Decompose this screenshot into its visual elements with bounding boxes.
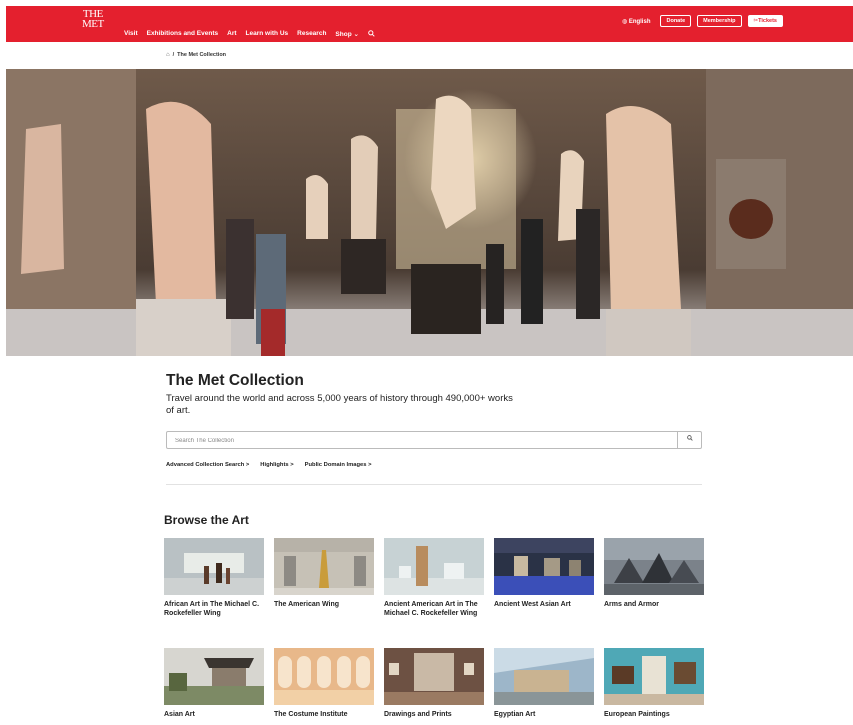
tickets-label: Tickets	[758, 18, 777, 24]
department-thumbnail	[384, 648, 484, 705]
page-title: The Met Collection	[166, 372, 304, 389]
nav-research[interactable]: Research	[297, 30, 326, 39]
advanced-search-link[interactable]: Advanced Collection Search >	[166, 462, 249, 468]
search-input[interactable]	[175, 435, 675, 446]
met-logo[interactable]: THE MET	[82, 9, 104, 30]
nav-art[interactable]: Art	[227, 30, 236, 39]
department-card-african-art[interactable]: African Art in The Michael C. Rockefelle…	[164, 538, 264, 618]
divider	[166, 484, 702, 485]
breadcrumb-current: The Met Collection	[177, 52, 227, 58]
department-label: Drawings and Prints	[384, 711, 452, 718]
public-domain-images-link[interactable]: Public Domain Images >	[305, 462, 372, 468]
page-description: Travel around the world and across 5,000…	[166, 393, 513, 416]
department-label: The Costume Institute	[274, 711, 348, 718]
search-icon	[686, 435, 693, 441]
highlights-link[interactable]: Highlights >	[260, 462, 293, 468]
department-card-ancient-west-asian-art[interactable]: Ancient West Asian Art	[494, 538, 594, 609]
department-label: Ancient American Art in The Michael C. R…	[384, 601, 478, 617]
department-label: Egyptian Art	[494, 711, 536, 718]
department-thumbnail	[384, 538, 484, 595]
search-button[interactable]	[677, 432, 701, 448]
department-card-egyptian-art[interactable]: Egyptian Art	[494, 648, 594, 719]
language-selector[interactable]: ◍ English	[622, 18, 651, 25]
department-card-asian-art[interactable]: Asian Art	[164, 648, 264, 719]
department-label: Ancient West Asian Art	[494, 601, 571, 608]
browse-heading: Browse the Art	[164, 513, 249, 527]
department-label: Asian Art	[164, 711, 195, 718]
nav-learn-with-us[interactable]: Learn with Us	[246, 30, 289, 39]
nav-visit[interactable]: Visit	[124, 30, 138, 39]
donate-button[interactable]: Donate	[660, 15, 692, 27]
collection-search	[166, 431, 702, 449]
search-icon[interactable]	[368, 30, 375, 39]
site-header: THE MET Visit Exhibitions and Events Art…	[6, 6, 853, 42]
nav-exhibitions-and-events[interactable]: Exhibitions and Events	[147, 30, 219, 39]
utility-nav: ◍ English Donate Membership ✂Tickets	[622, 15, 783, 27]
department-card-ancient-american-art[interactable]: Ancient American Art in The Michael C. R…	[384, 538, 484, 618]
department-card-american-wing[interactable]: The American Wing	[274, 538, 374, 609]
department-label: European Paintings	[604, 711, 670, 718]
logo-line-2: MET	[82, 18, 104, 30]
quick-links: Advanced Collection Search > Highlights …	[166, 462, 371, 468]
department-thumbnail	[274, 648, 374, 705]
nav-shop[interactable]: Shop ⌄	[335, 30, 359, 39]
department-card-drawings-and-prints[interactable]: Drawings and Prints	[384, 648, 484, 719]
breadcrumb-separator: /	[172, 52, 175, 58]
membership-button[interactable]: Membership	[697, 15, 742, 27]
main-nav: Visit Exhibitions and Events Art Learn w…	[124, 30, 375, 39]
department-card-costume-institute[interactable]: The Costume Institute	[274, 648, 374, 719]
nav-shop-label: Shop	[335, 31, 352, 38]
department-thumbnail	[274, 538, 374, 595]
language-label: English	[628, 18, 651, 25]
department-thumbnail	[164, 648, 264, 705]
department-thumbnail	[494, 648, 594, 705]
department-card-arms-and-armor[interactable]: Arms and Armor	[604, 538, 704, 609]
department-thumbnail	[604, 538, 704, 595]
department-thumbnail	[164, 538, 264, 595]
tickets-button[interactable]: ✂Tickets	[747, 15, 783, 27]
chevron-down-icon: ⌄	[353, 31, 359, 38]
globe-icon: ◍	[621, 18, 628, 25]
department-label: Arms and Armor	[604, 601, 659, 608]
department-thumbnail	[494, 538, 594, 595]
department-label: African Art in The Michael C. Rockefelle…	[164, 601, 260, 617]
department-label: The American Wing	[274, 601, 340, 608]
department-thumbnail	[604, 648, 704, 705]
home-icon[interactable]: ⌂	[166, 52, 170, 58]
hero-image	[6, 69, 853, 356]
breadcrumb: ⌂ / The Met Collection	[166, 52, 226, 58]
department-card-european-paintings[interactable]: European Paintings	[604, 648, 704, 719]
